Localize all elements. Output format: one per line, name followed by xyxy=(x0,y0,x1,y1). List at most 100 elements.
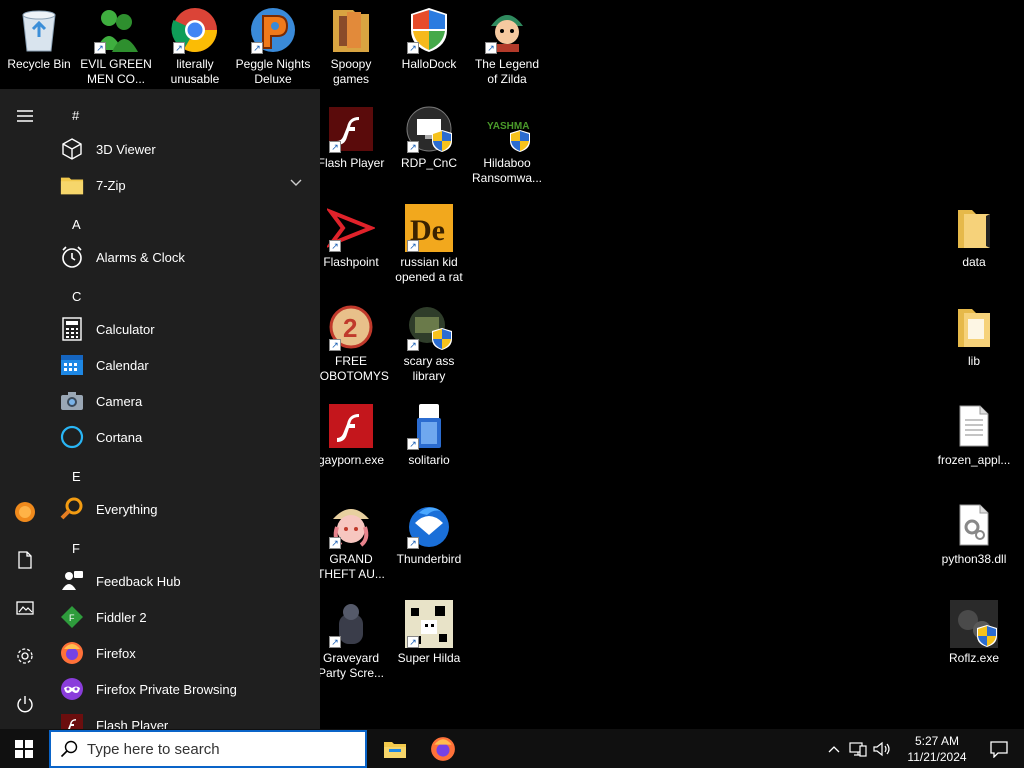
clock-date: 11/21/2024 xyxy=(907,749,967,764)
shortcut-arrow-icon: ↗ xyxy=(329,339,341,351)
search-input[interactable] xyxy=(87,740,347,758)
start-menu: # 3D Viewer 7-Zip A Alarms & Clock C Cal… xyxy=(0,89,320,729)
desktop-icon-flashpoint[interactable]: ↗ Flashpoint xyxy=(313,204,389,270)
cube-icon xyxy=(60,137,84,161)
svg-text:F: F xyxy=(69,613,75,623)
desktop-icon-grand-theft-au[interactable]: ↗ GRAND THEFT AU... xyxy=(313,501,389,582)
desktop-icon-label: Thunderbird xyxy=(396,552,462,566)
show-hidden-icons-button[interactable] xyxy=(822,729,846,768)
taskbar-search-box[interactable] xyxy=(49,730,367,768)
settings-button[interactable] xyxy=(0,636,50,676)
app-calendar[interactable]: Calendar xyxy=(60,347,310,383)
yashma-icon: YASHMA xyxy=(483,105,531,153)
app-flash-player[interactable]: Flash Player xyxy=(60,707,310,729)
fiddler-icon: F xyxy=(60,605,84,629)
desktop-icon-thunderbird[interactable]: ↗ Thunderbird xyxy=(391,501,467,567)
desktop-icon-hildaboo[interactable]: YASHMA Hildaboo Ransomwa... xyxy=(469,105,545,186)
app-7-zip[interactable]: 7-Zip xyxy=(60,167,310,203)
app-cortana[interactable]: Cortana xyxy=(60,419,310,455)
start-button[interactable] xyxy=(0,729,48,768)
desktop-icon-spoopy-games[interactable]: Spoopy games xyxy=(313,6,389,87)
desktop-icon-label: GRAND THEFT AU... xyxy=(317,552,385,581)
app-camera[interactable]: Camera xyxy=(60,383,310,419)
power-button[interactable] xyxy=(0,684,50,724)
desktop-icon-hallodock[interactable]: ↗ HalloDock xyxy=(391,6,467,72)
desktop-icon-python38-dll[interactable]: python38.dll xyxy=(936,501,1012,567)
app-alarms-clock[interactable]: Alarms & Clock xyxy=(60,239,310,275)
hamburger-menu-button[interactable] xyxy=(0,96,50,136)
taskbar-firefox[interactable] xyxy=(419,729,467,768)
app-firefox-private[interactable]: Firefox Private Browsing xyxy=(60,671,310,707)
user-account-button[interactable] xyxy=(0,492,50,532)
app-firefox[interactable]: Firefox xyxy=(60,635,310,671)
shortcut-arrow-icon: ↗ xyxy=(251,42,263,54)
flash-icon xyxy=(60,713,84,729)
desktop-icon-free-lobotomys[interactable]: 2 ↗ FREE LOBOTOMYS xyxy=(313,303,389,384)
desktop-icon-evil-green-men[interactable]: ↗ EVIL GREEN MEN CO... xyxy=(78,6,154,87)
desktop-icon-literally-unusable[interactable]: ↗ literally unusable xyxy=(157,6,233,87)
taskbar-file-explorer[interactable] xyxy=(371,729,419,768)
document-icon xyxy=(18,551,32,569)
section-header-a[interactable]: A xyxy=(72,217,81,232)
user-avatar-icon xyxy=(15,502,35,522)
desktop-icon-russian-kid[interactable]: De ↗ russian kid opened a rat xyxy=(391,204,467,285)
app-3d-viewer[interactable]: 3D Viewer xyxy=(60,131,310,167)
app-feedback-hub[interactable]: Feedback Hub xyxy=(60,563,310,599)
shortcut-arrow-icon: ↗ xyxy=(329,141,341,153)
shortcut-arrow-icon: ↗ xyxy=(173,42,185,54)
desktop-icon-label: EVIL GREEN MEN CO... xyxy=(80,57,152,86)
desktop-icon-super-hilda[interactable]: ↗ Super Hilda xyxy=(391,600,467,666)
desktop-icon-legend-of-zilda[interactable]: ↗ The Legend of Zilda xyxy=(469,6,545,87)
desktop-icon-label: Recycle Bin xyxy=(7,57,71,71)
section-header-c[interactable]: C xyxy=(72,289,81,304)
app-list: # 3D Viewer 7-Zip A Alarms & Clock C Cal… xyxy=(56,89,320,729)
pictures-button[interactable] xyxy=(0,588,50,628)
speaker-icon xyxy=(873,741,890,756)
app-everything[interactable]: Everything xyxy=(60,491,310,527)
desktop-icon-recycle-bin[interactable]: Recycle Bin xyxy=(1,6,77,72)
file-explorer-icon xyxy=(384,741,406,758)
desktop-icon-rdp-cnc[interactable]: ↗ RDP_CnC xyxy=(391,105,467,171)
documents-button[interactable] xyxy=(0,540,50,580)
desktop-icon-flash-player[interactable]: ↗ Flash Player xyxy=(313,105,389,171)
app-fiddler-2[interactable]: F Fiddler 2 xyxy=(60,599,310,635)
magnifier-icon xyxy=(60,497,84,521)
flash-icon: ↗ xyxy=(327,105,375,153)
desktop-icon-label: gayporn.exe xyxy=(317,453,385,467)
chevron-down-icon[interactable] xyxy=(290,179,302,187)
app-label: 7-Zip xyxy=(96,177,126,193)
desktop-icon-data[interactable]: data xyxy=(936,204,1012,270)
app-label: Cortana xyxy=(96,429,143,445)
taskbar-clock[interactable]: 5:27 AM 11/21/2024 xyxy=(894,733,980,765)
desktop-icon-graveyard-party[interactable]: ↗ Graveyard Party Scre... xyxy=(313,600,389,681)
desktop-icon-lib[interactable]: lib xyxy=(936,303,1012,369)
desktop-icon-label: frozen_appl... xyxy=(937,453,1011,467)
action-center-button[interactable] xyxy=(984,729,1014,768)
shortcut-arrow-icon: ↗ xyxy=(407,42,419,54)
desktop-icon-solitario[interactable]: ↗ solitario xyxy=(391,402,467,468)
desktop-icon-scary-library[interactable]: ↗ scary ass library xyxy=(391,303,467,384)
private-browsing-icon xyxy=(60,677,84,701)
solitaire-icon: ↗ xyxy=(405,402,453,450)
volume-button[interactable] xyxy=(870,729,894,768)
desktop-icon-gayporn-exe[interactable]: gayporn.exe xyxy=(313,402,389,468)
de-app-icon: De ↗ xyxy=(405,204,453,252)
shortcut-arrow-icon: ↗ xyxy=(407,636,419,648)
shortcut-arrow-icon: ↗ xyxy=(407,438,419,450)
desktop-icon-peggle-nights[interactable]: ↗ Peggle Nights Deluxe xyxy=(235,6,311,87)
windows-shield-icon: ↗ xyxy=(405,6,453,54)
section-header-e[interactable]: E xyxy=(72,469,81,484)
section-header-hash[interactable]: # xyxy=(72,108,79,123)
section-header-f[interactable]: F xyxy=(72,541,80,556)
desktop-icon-roflz-exe[interactable]: Roflz.exe xyxy=(936,600,1012,666)
app-calculator[interactable]: Calculator xyxy=(60,311,310,347)
desktop-icon-label: scary ass library xyxy=(403,354,455,383)
chrome-icon: ↗ xyxy=(171,6,219,54)
camera-icon xyxy=(60,389,84,413)
library-icon: ↗ xyxy=(405,303,453,351)
start-menu-rail xyxy=(0,89,50,729)
shortcut-arrow-icon: ↗ xyxy=(329,240,341,252)
network-button[interactable] xyxy=(846,729,870,768)
desktop-icon-frozen-appl[interactable]: frozen_appl... xyxy=(936,402,1012,468)
uac-shield-icon xyxy=(432,328,452,350)
